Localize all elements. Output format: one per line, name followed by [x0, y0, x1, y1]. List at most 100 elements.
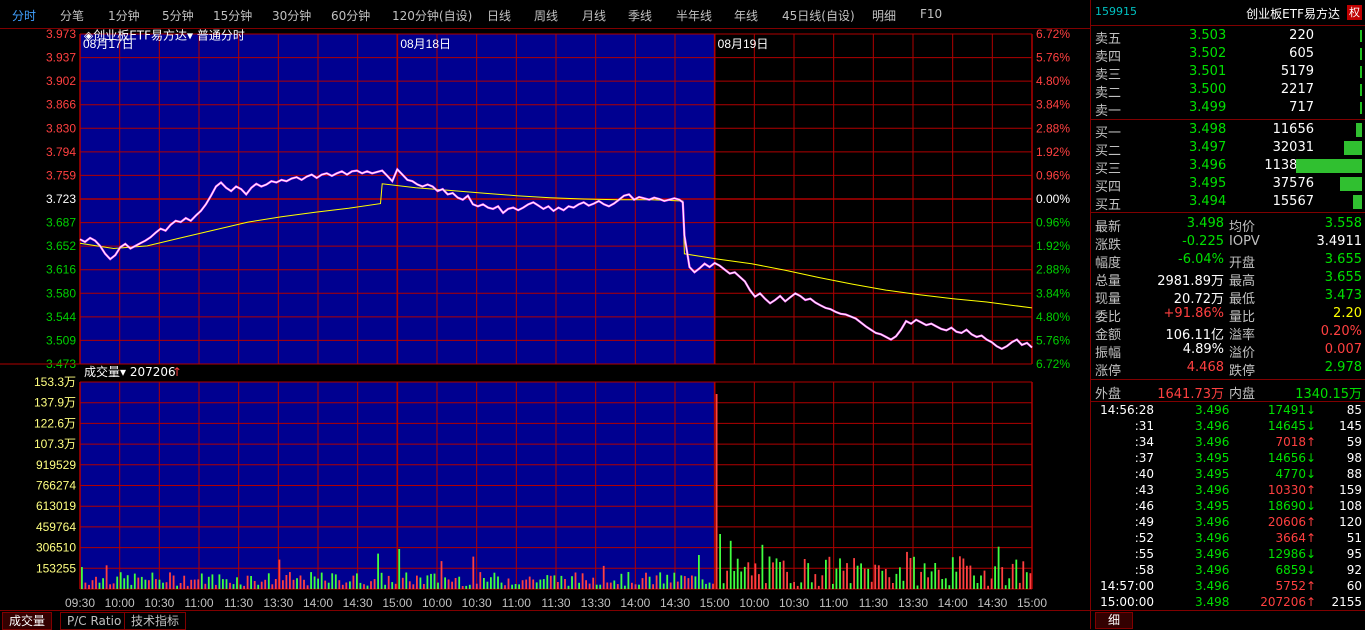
volume-bar — [500, 582, 503, 589]
volume-bar — [627, 572, 630, 589]
volume-bar — [687, 578, 690, 589]
pct-axis-label: 0.96% — [1036, 168, 1070, 182]
volume-bar — [123, 578, 126, 589]
time-axis-label: 15:00 — [382, 596, 412, 610]
volume-bar — [839, 558, 841, 589]
volume-bar — [786, 571, 788, 589]
tick-time: :37 — [1134, 451, 1154, 465]
volume-bar — [606, 582, 609, 589]
period-tab-14[interactable]: 45日线(自设) — [782, 7, 855, 24]
pct-axis-label: 5.76% — [1036, 333, 1070, 347]
period-tab-13[interactable]: 年线 — [734, 7, 758, 24]
volume-bar — [557, 582, 559, 589]
tick-row: :40 3.495 4770 ↓ 88 — [1091, 466, 1365, 482]
period-tab-3[interactable]: 5分钟 — [162, 7, 194, 24]
period-tab-9[interactable]: 周线 — [534, 7, 558, 24]
volume-bar — [592, 577, 595, 589]
divider — [1091, 212, 1365, 213]
volume-bar — [447, 579, 450, 589]
period-tab-6[interactable]: 60分钟 — [331, 7, 370, 24]
period-tab-7[interactable]: 120分钟(自设) — [392, 7, 472, 24]
volume-bar — [98, 582, 101, 589]
volume-bar — [789, 583, 792, 589]
volume-bar — [493, 572, 496, 589]
volume-bar — [81, 567, 83, 589]
volume-bar — [863, 568, 866, 589]
volume-axis-label: 306510 — [36, 541, 76, 555]
period-tab-15[interactable]: 明细 — [872, 7, 896, 24]
volume-bar — [983, 570, 986, 589]
volume-bar — [144, 579, 147, 589]
volume-bar — [542, 579, 545, 589]
volume-bar — [419, 577, 422, 589]
period-tab-10[interactable]: 月线 — [582, 7, 606, 24]
volume-header: 成交量▾ 207206 — [84, 364, 176, 379]
volume-bar — [962, 558, 965, 589]
tick-volume: 12986 — [1267, 547, 1306, 561]
pct-axis-label: 3.84% — [1036, 98, 1070, 112]
volume-bar — [821, 575, 824, 589]
tick-price: 3.496 — [1195, 515, 1230, 529]
tick-volume: 4770 — [1275, 467, 1306, 481]
bid-depth-bar — [1296, 159, 1362, 173]
period-tab-4[interactable]: 15分钟 — [213, 7, 252, 24]
indicator-tab-bar: 成交量 P/C Ratio 技术指标 — [0, 610, 1090, 630]
rights-badge[interactable]: 权 — [1347, 5, 1362, 20]
price-axis-label: 3.866 — [46, 98, 76, 112]
period-tab-2[interactable]: 1分钟 — [108, 7, 140, 24]
tick-price: 3.498 — [1195, 595, 1230, 609]
volume-bar — [944, 578, 947, 589]
volume-bar — [581, 573, 584, 589]
volume-bar — [518, 584, 520, 589]
indicator-tab-1[interactable]: P/C Ratio — [60, 612, 129, 630]
volume-bar — [525, 579, 528, 589]
time-axis-label: 11:00 — [819, 596, 848, 610]
volume-bar — [84, 582, 87, 589]
volume-bar — [884, 569, 887, 589]
volume-axis-label: 613019 — [36, 499, 76, 513]
period-tab-0[interactable]: 分时 — [12, 7, 36, 24]
volume-bar — [906, 551, 908, 589]
volume-bar — [112, 583, 115, 589]
tick-time: :52 — [1134, 531, 1154, 545]
volume-bar — [440, 561, 443, 589]
volume-bar — [772, 562, 774, 589]
period-tab-16[interactable]: F10 — [920, 7, 942, 21]
volume-bar — [722, 583, 725, 589]
volume-bar — [345, 582, 348, 589]
pct-axis-label: 2.88% — [1036, 263, 1070, 277]
ask-level-price: 3.503 — [1189, 28, 1227, 43]
period-tab-12[interactable]: 半年线 — [676, 7, 712, 24]
ask-level-volume: 717 — [1289, 100, 1314, 115]
tick-price: 3.495 — [1195, 499, 1230, 513]
volume-bar — [532, 579, 535, 589]
period-tab-8[interactable]: 日线 — [487, 7, 511, 24]
stat-value: 0.20% — [1320, 324, 1362, 339]
time-axis-label: 11:30 — [224, 596, 253, 610]
volume-bar — [433, 573, 436, 589]
volume-axis-label: 919529 — [36, 458, 76, 472]
stat-value: 3.558 — [1324, 216, 1362, 231]
chart-title: ◈创业板ETF易方达▾ 普通分时 — [84, 28, 245, 43]
indicator-tab-2[interactable]: 技术指标 — [124, 612, 187, 630]
volume-bar — [966, 565, 968, 589]
period-tab-5[interactable]: 30分钟 — [272, 7, 311, 24]
period-tab-1[interactable]: 分笔 — [60, 7, 84, 24]
volume-bar — [828, 556, 831, 589]
volume-bar — [673, 572, 676, 589]
detail-tab[interactable]: 细 — [1095, 612, 1133, 629]
volume-bar — [930, 571, 933, 589]
volume-bar — [796, 585, 799, 589]
volume-bar — [472, 556, 475, 589]
period-tab-11[interactable]: 季线 — [628, 7, 652, 24]
time-axis-label: 10:00 — [105, 596, 135, 610]
volume-bar — [902, 580, 905, 589]
volume-bar — [758, 574, 760, 589]
tick-row: :37 3.495 14656 ↓ 98 — [1091, 450, 1365, 466]
volume-bar — [648, 576, 651, 589]
bid-level-volume: 32031 — [1272, 140, 1314, 155]
volume-bar — [190, 579, 193, 589]
indicator-tab-0[interactable]: 成交量 — [2, 612, 53, 630]
ask-level-row: 卖三 3.501 5179 — [1091, 63, 1365, 83]
tick-count: 108 — [1339, 499, 1362, 513]
